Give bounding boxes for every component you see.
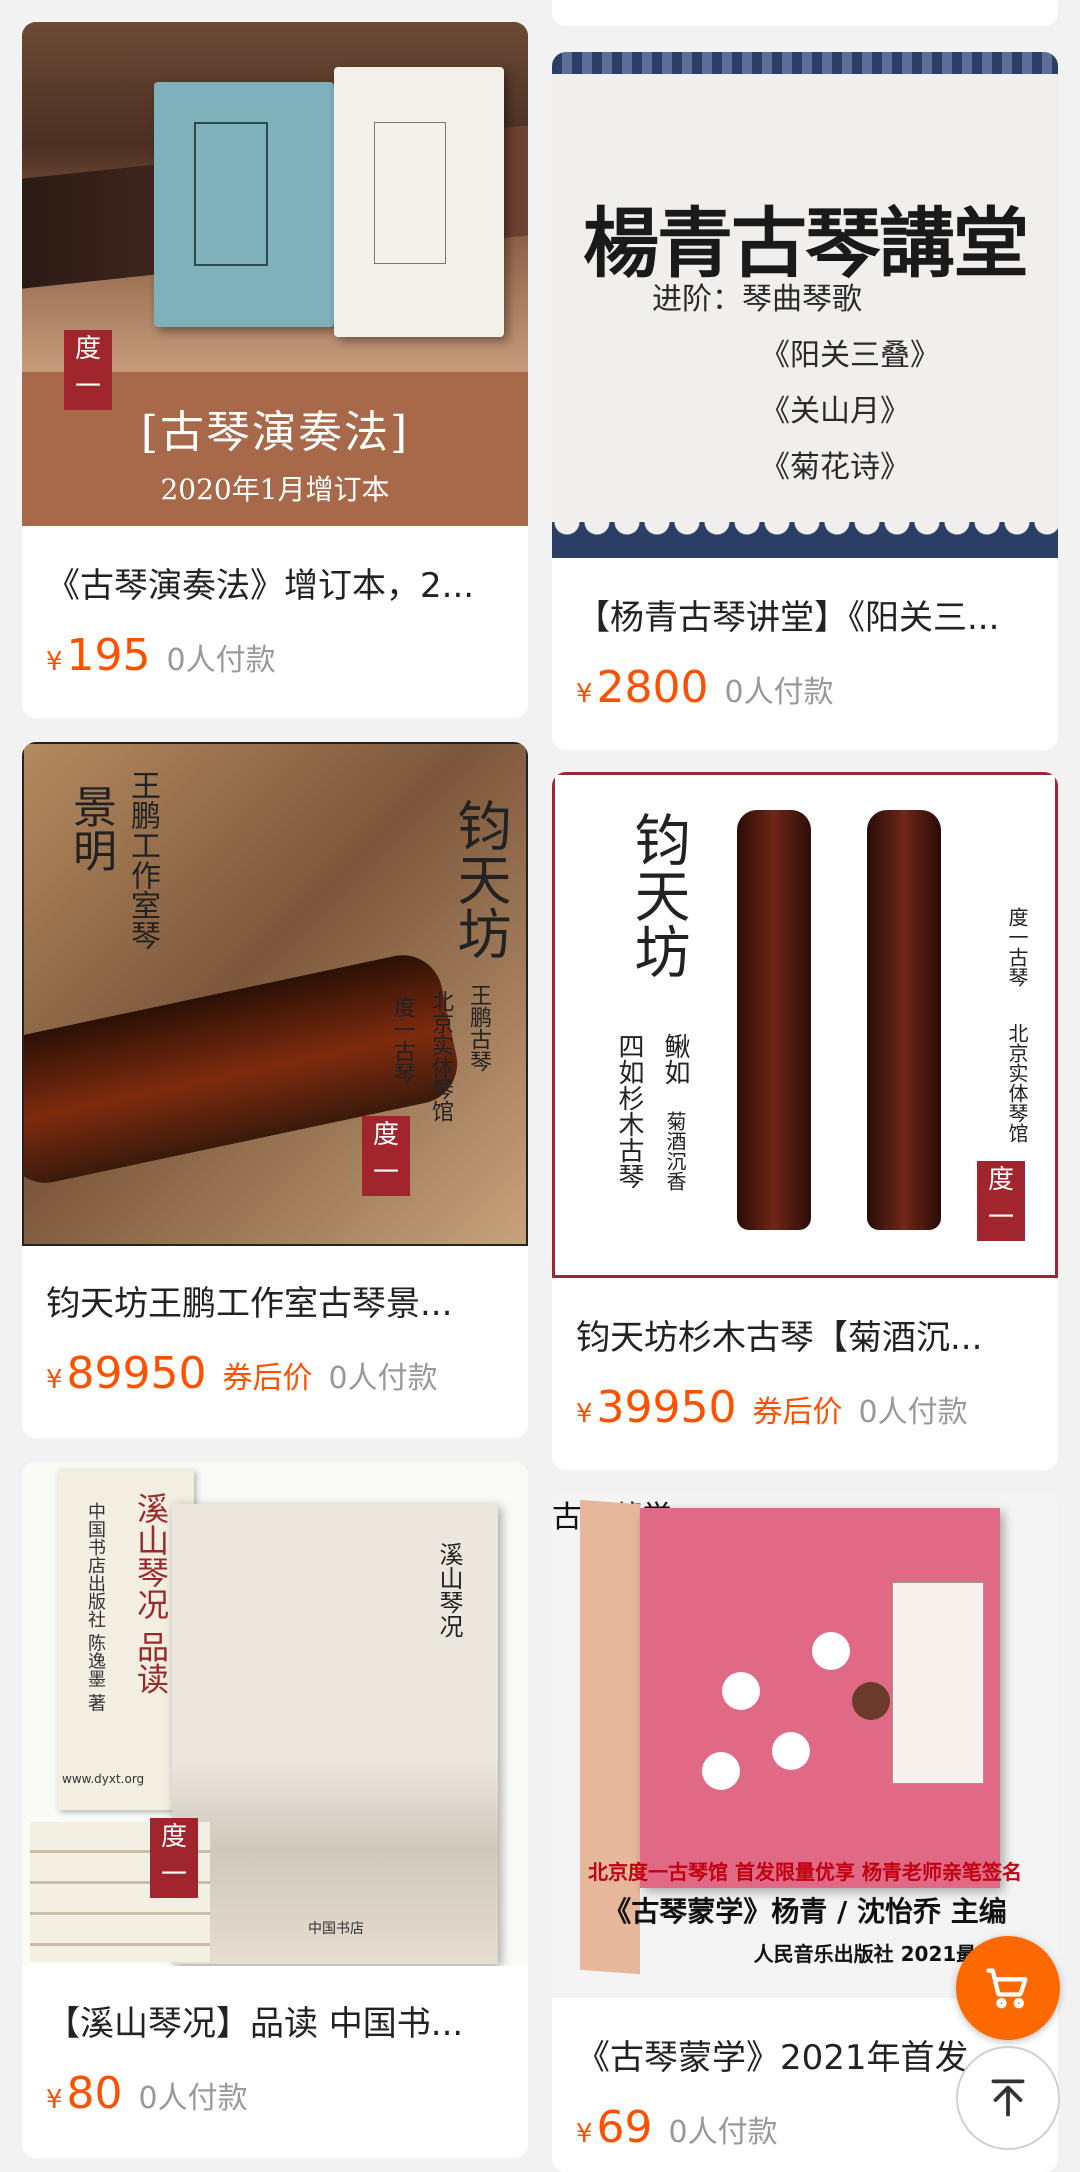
product-card[interactable]: 钧天坊 景明 王鹏工作室琴 王鹏古琴 北京实体琴馆 度一古琴 度一 钧天坊王鹏工… bbox=[22, 742, 528, 1438]
previous-card-bottom bbox=[552, 0, 1058, 26]
seal-stamp: 度一 bbox=[977, 1161, 1025, 1241]
image-text: 北京实体琴馆 bbox=[428, 990, 453, 1122]
product-image[interactable]: 古琴蒙学 北京度一古琴馆 首发限量优享 杨青老师亲笔签名 《古琴蒙学》杨青 / … bbox=[552, 1492, 1058, 1998]
image-text: 王鹏古琴 bbox=[466, 984, 491, 1072]
product-price: 195 bbox=[66, 630, 151, 681]
image-big-text: 钧天坊 bbox=[625, 811, 690, 979]
image-text: 溪山琴况 品读 bbox=[132, 1492, 170, 1695]
product-card[interactable]: 溪山琴况 品读 中国书店出版社 陈逸墨 著 www.dyxt.org 溪山琴况 … bbox=[22, 1462, 528, 2158]
currency-symbol: ¥ bbox=[576, 679, 593, 709]
image-caption: 《古琴蒙学》杨青 / 沈怡乔 主编 bbox=[603, 1895, 1007, 1928]
image-subtitle: 2020年1月增订本 bbox=[160, 473, 390, 506]
product-price: 80 bbox=[66, 2068, 123, 2119]
seal-stamp: 度一 bbox=[362, 1116, 410, 1196]
product-price: 69 bbox=[596, 2102, 653, 2153]
product-price: 89950 bbox=[66, 1348, 207, 1399]
image-text: 度一古琴 bbox=[1005, 907, 1029, 987]
product-image[interactable]: 溪山琴况 品读 中国书店出版社 陈逸墨 著 www.dyxt.org 溪山琴况 … bbox=[22, 1462, 528, 1966]
paid-count: 0人付款 bbox=[328, 1361, 438, 1396]
product-image[interactable]: 钧天坊 四如杉木古琴 鳅如 菊酒沉香 度一古琴 北京实体琴馆 度一 bbox=[552, 772, 1058, 1278]
product-image[interactable]: 楊青古琴講堂 进阶：琴曲琴歌 《阳关三叠》 《关山月》 《菊花诗》 bbox=[552, 52, 1058, 558]
image-text: 溪山琴况 bbox=[435, 1542, 463, 1638]
image-text: 王鹏工作室琴 bbox=[125, 770, 160, 950]
image-line: 《阳关三叠》 bbox=[760, 338, 940, 373]
currency-symbol: ¥ bbox=[46, 2085, 63, 2115]
back-to-top-icon bbox=[991, 2079, 1025, 2117]
currency-symbol: ¥ bbox=[576, 2119, 593, 2149]
paid-count: 0人付款 bbox=[724, 675, 834, 710]
product-image[interactable]: 度一 [古琴演奏法] 2020年1月增订本 bbox=[22, 22, 528, 526]
paid-count: 0人付款 bbox=[166, 643, 276, 678]
cart-icon bbox=[986, 1968, 1028, 2009]
image-title: [古琴演奏法] bbox=[140, 407, 410, 458]
image-text: 鳅如 bbox=[660, 1033, 690, 1085]
image-line: 《菊花诗》 bbox=[760, 450, 910, 485]
product-image[interactable]: 钧天坊 景明 王鹏工作室琴 王鹏古琴 北京实体琴馆 度一古琴 度一 bbox=[22, 742, 528, 1246]
image-big-text: 钧天坊 bbox=[448, 798, 511, 960]
image-text: 度一古琴 bbox=[390, 996, 415, 1084]
paid-count: 0人付款 bbox=[138, 2081, 248, 2116]
product-price: 2800 bbox=[596, 662, 709, 713]
product-title[interactable]: 钧天坊王鹏工作室古琴景... bbox=[46, 1276, 504, 1325]
image-text: 北京实体琴馆 bbox=[1005, 1023, 1029, 1143]
currency-symbol: ¥ bbox=[46, 1365, 63, 1395]
coupon-price-label: 券后价 bbox=[752, 1395, 843, 1430]
currency-symbol: ¥ bbox=[46, 647, 63, 677]
image-text: 菊酒沉香 bbox=[663, 1111, 687, 1191]
image-text: 四如杉木古琴 bbox=[614, 1033, 644, 1189]
paid-count: 0人付款 bbox=[668, 2115, 778, 2150]
image-text: 景明 bbox=[65, 784, 116, 872]
product-card[interactable]: 楊青古琴講堂 进阶：琴曲琴歌 《阳关三叠》 《关山月》 《菊花诗》 【杨青古琴讲… bbox=[552, 52, 1058, 750]
image-url: www.dyxt.org bbox=[62, 1772, 145, 1786]
back-to-top-button[interactable] bbox=[956, 2046, 1060, 2150]
image-line: 《关山月》 bbox=[760, 394, 910, 429]
product-title[interactable]: 【溪山琴况】品读 中国书... bbox=[46, 1996, 504, 2045]
coupon-price-label: 券后价 bbox=[222, 1361, 313, 1396]
image-caption: 北京度一古琴馆 首发限量优享 杨青老师亲笔签名 bbox=[588, 1860, 1022, 1884]
image-text: 中国书店 bbox=[308, 1921, 364, 1937]
cart-button[interactable] bbox=[956, 1936, 1060, 2040]
product-title[interactable]: 【杨青古琴讲堂】《阳关三... bbox=[576, 590, 1034, 639]
currency-symbol: ¥ bbox=[576, 1399, 593, 1429]
paid-count: 0人付款 bbox=[858, 1395, 968, 1430]
image-text: 中国书店出版社 陈逸墨 著 bbox=[85, 1502, 106, 1712]
product-card[interactable]: 钧天坊 四如杉木古琴 鳅如 菊酒沉香 度一古琴 北京实体琴馆 度一 钧天坊杉木古… bbox=[552, 772, 1058, 1470]
image-line: 进阶：琴曲琴歌 bbox=[652, 282, 862, 317]
product-card[interactable]: 度一 [古琴演奏法] 2020年1月增订本 《古琴演奏法》增订本，2... ¥ … bbox=[22, 22, 528, 718]
product-title[interactable]: 钧天坊杉木古琴【菊酒沉... bbox=[576, 1310, 1034, 1359]
product-title[interactable]: 《古琴演奏法》增订本，2... bbox=[46, 558, 504, 607]
product-price: 39950 bbox=[596, 1382, 737, 1433]
seal-stamp: 度一 bbox=[150, 1818, 198, 1898]
